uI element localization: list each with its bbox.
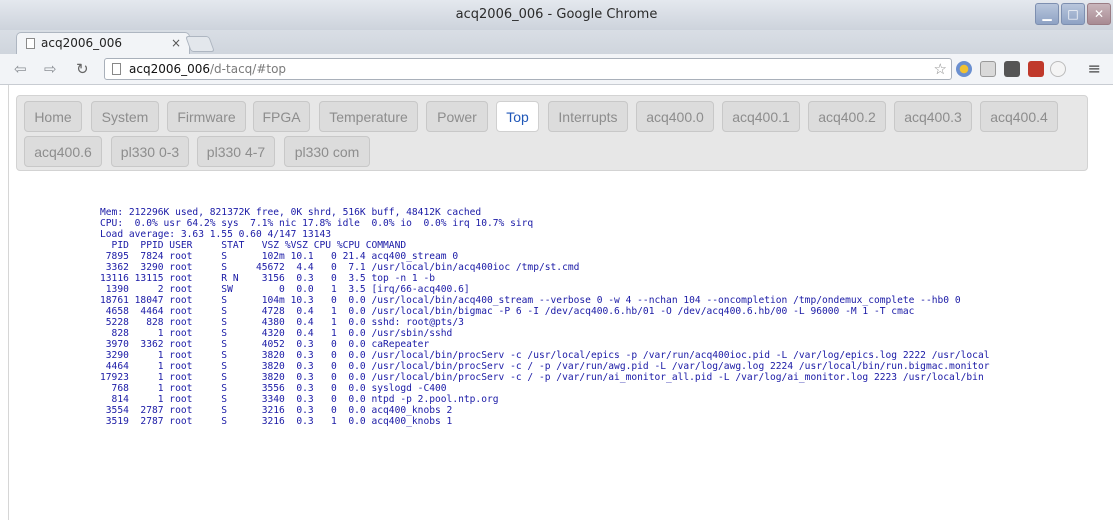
browser-tab[interactable]: acq2006_006 × [16, 32, 190, 54]
maximize-icon: □ [1067, 7, 1079, 21]
tab-fpga[interactable]: FPGA [253, 101, 310, 132]
maximize-button[interactable]: □ [1061, 3, 1085, 25]
browser-toolbar: ⇦ ⇨ ↻ acq2006_006/d-tacq/#top ☆ ≡ [0, 54, 1113, 85]
extension-icon[interactable] [980, 61, 996, 77]
page-content: Home System Firmware FPGA Temperature Po… [0, 85, 1113, 520]
tab-pl330-4-7[interactable]: pl330 4-7 [197, 136, 275, 167]
extension-icon[interactable] [956, 61, 972, 77]
close-icon: ✕ [1093, 7, 1105, 21]
browser-tab-label: acq2006_006 [41, 36, 123, 50]
page-icon [26, 38, 35, 49]
page-icon [112, 63, 121, 75]
top-output-line: 13116 13115 root R N 3156 0.3 0 3.5 top … [100, 273, 436, 284]
url-text: acq2006_006/d-tacq/#top [129, 62, 286, 76]
window-controls: ▁ □ ✕ [1035, 3, 1111, 25]
url-host: acq2006_006 [129, 62, 211, 76]
top-output-line: 7895 7824 root S 102m 10.1 0 21.4 acq400… [100, 251, 459, 262]
tab-acq400-1[interactable]: acq400.1 [722, 101, 800, 132]
top-output-line: 1390 2 root SW 0 0.0 1 3.5 [irq/66-acq40… [100, 284, 470, 295]
forward-icon[interactable]: ⇨ [44, 60, 57, 78]
minimize-button[interactable]: ▁ [1035, 3, 1059, 25]
tab-system[interactable]: System [91, 101, 159, 132]
minimize-icon: ▁ [1042, 7, 1052, 21]
top-output-line: 3970 3362 root S 4052 0.3 0 0.0 caRepeat… [100, 339, 430, 350]
top-output-line: 3554 2787 root S 3216 0.3 0 0.0 acq400_k… [100, 405, 453, 416]
tab-acq400-6[interactable]: acq400.6 [24, 136, 102, 167]
tab-pl330-com[interactable]: pl330 com [284, 136, 370, 167]
tab-pl330-0-3[interactable]: pl330 0-3 [111, 136, 189, 167]
tab-home[interactable]: Home [24, 101, 82, 132]
calculator-extension-icon[interactable] [1004, 61, 1020, 77]
tab-acq400-4[interactable]: acq400.4 [980, 101, 1058, 132]
nav-tabs-panel: Home System Firmware FPGA Temperature Po… [16, 95, 1088, 171]
tab-power[interactable]: Power [426, 101, 488, 132]
top-output-line: 17923 1 root S 3820 0.3 0 0.0 /usr/local… [100, 372, 984, 383]
top-output-line: 3362 3290 root S 45672 4.4 0 7.1 /usr/lo… [100, 262, 580, 273]
top-output-line: 814 1 root S 3340 0.3 0 0.0 ntpd -p 2.po… [100, 394, 499, 405]
tab-acq400-2[interactable]: acq400.2 [808, 101, 886, 132]
new-tab-button[interactable] [185, 36, 215, 52]
browser-tabstrip: acq2006_006 × [0, 30, 1113, 54]
top-output-line: 4658 4464 root S 4728 0.4 1 0.0 /usr/loc… [100, 306, 915, 317]
tab-temperature[interactable]: Temperature [319, 101, 418, 132]
menu-icon[interactable]: ≡ [1088, 59, 1101, 78]
tab-interrupts[interactable]: Interrupts [548, 101, 628, 132]
top-output-line: Load average: 3.63 1.55 0.60 4/147 13143 [100, 229, 332, 240]
top-output-line: 5228 828 root S 4380 0.4 1 0.0 sshd: roo… [100, 317, 464, 328]
window-titlebar[interactable]: acq2006_006 - Google Chrome ▁ □ ✕ [0, 0, 1113, 31]
top-output-line: Mem: 212296K used, 821372K free, 0K shrd… [100, 207, 482, 218]
top-output-line: 768 1 root S 3556 0.3 0 0.0 syslogd -C40… [100, 383, 447, 394]
close-window-button[interactable]: ✕ [1087, 3, 1111, 25]
tab-top[interactable]: Top [496, 101, 539, 132]
window-title: acq2006_006 - Google Chrome [455, 7, 658, 22]
top-output-line: 3519 2787 root S 3216 0.3 1 0.0 acq400_k… [100, 416, 453, 427]
top-output: Mem: 212296K used, 821372K free, 0K shrd… [100, 207, 990, 427]
tab-acq400-3[interactable]: acq400.3 [894, 101, 972, 132]
divider [8, 85, 9, 520]
top-output-line: 828 1 root S 4320 0.4 1 0.0 /usr/sbin/ss… [100, 328, 453, 339]
url-path: /d-tacq/#top [210, 62, 287, 76]
top-output-line: PID PPID USER STAT VSZ %VSZ CPU %CPU COM… [100, 240, 407, 251]
extension-icon[interactable] [1050, 61, 1066, 77]
tab-acq400-0[interactable]: acq400.0 [636, 101, 714, 132]
back-icon[interactable]: ⇦ [14, 60, 27, 78]
extension-icon[interactable] [1028, 61, 1044, 77]
top-output-line: CPU: 0.0% usr 64.2% sys 7.1% nic 17.8% i… [100, 218, 534, 229]
address-bar[interactable]: acq2006_006/d-tacq/#top ☆ [104, 58, 952, 80]
top-output-line: 18761 18047 root S 104m 10.3 0 0.0 /usr/… [100, 295, 961, 306]
reload-icon[interactable]: ↻ [76, 60, 89, 78]
top-output-line: 4464 1 root S 3820 0.3 0 0.0 /usr/local/… [100, 361, 990, 372]
top-output-line: 3290 1 root S 3820 0.3 0 0.0 /usr/local/… [100, 350, 990, 361]
bookmark-star-icon[interactable]: ☆ [934, 60, 947, 78]
tab-close-icon[interactable]: × [171, 36, 181, 50]
tab-firmware[interactable]: Firmware [167, 101, 246, 132]
